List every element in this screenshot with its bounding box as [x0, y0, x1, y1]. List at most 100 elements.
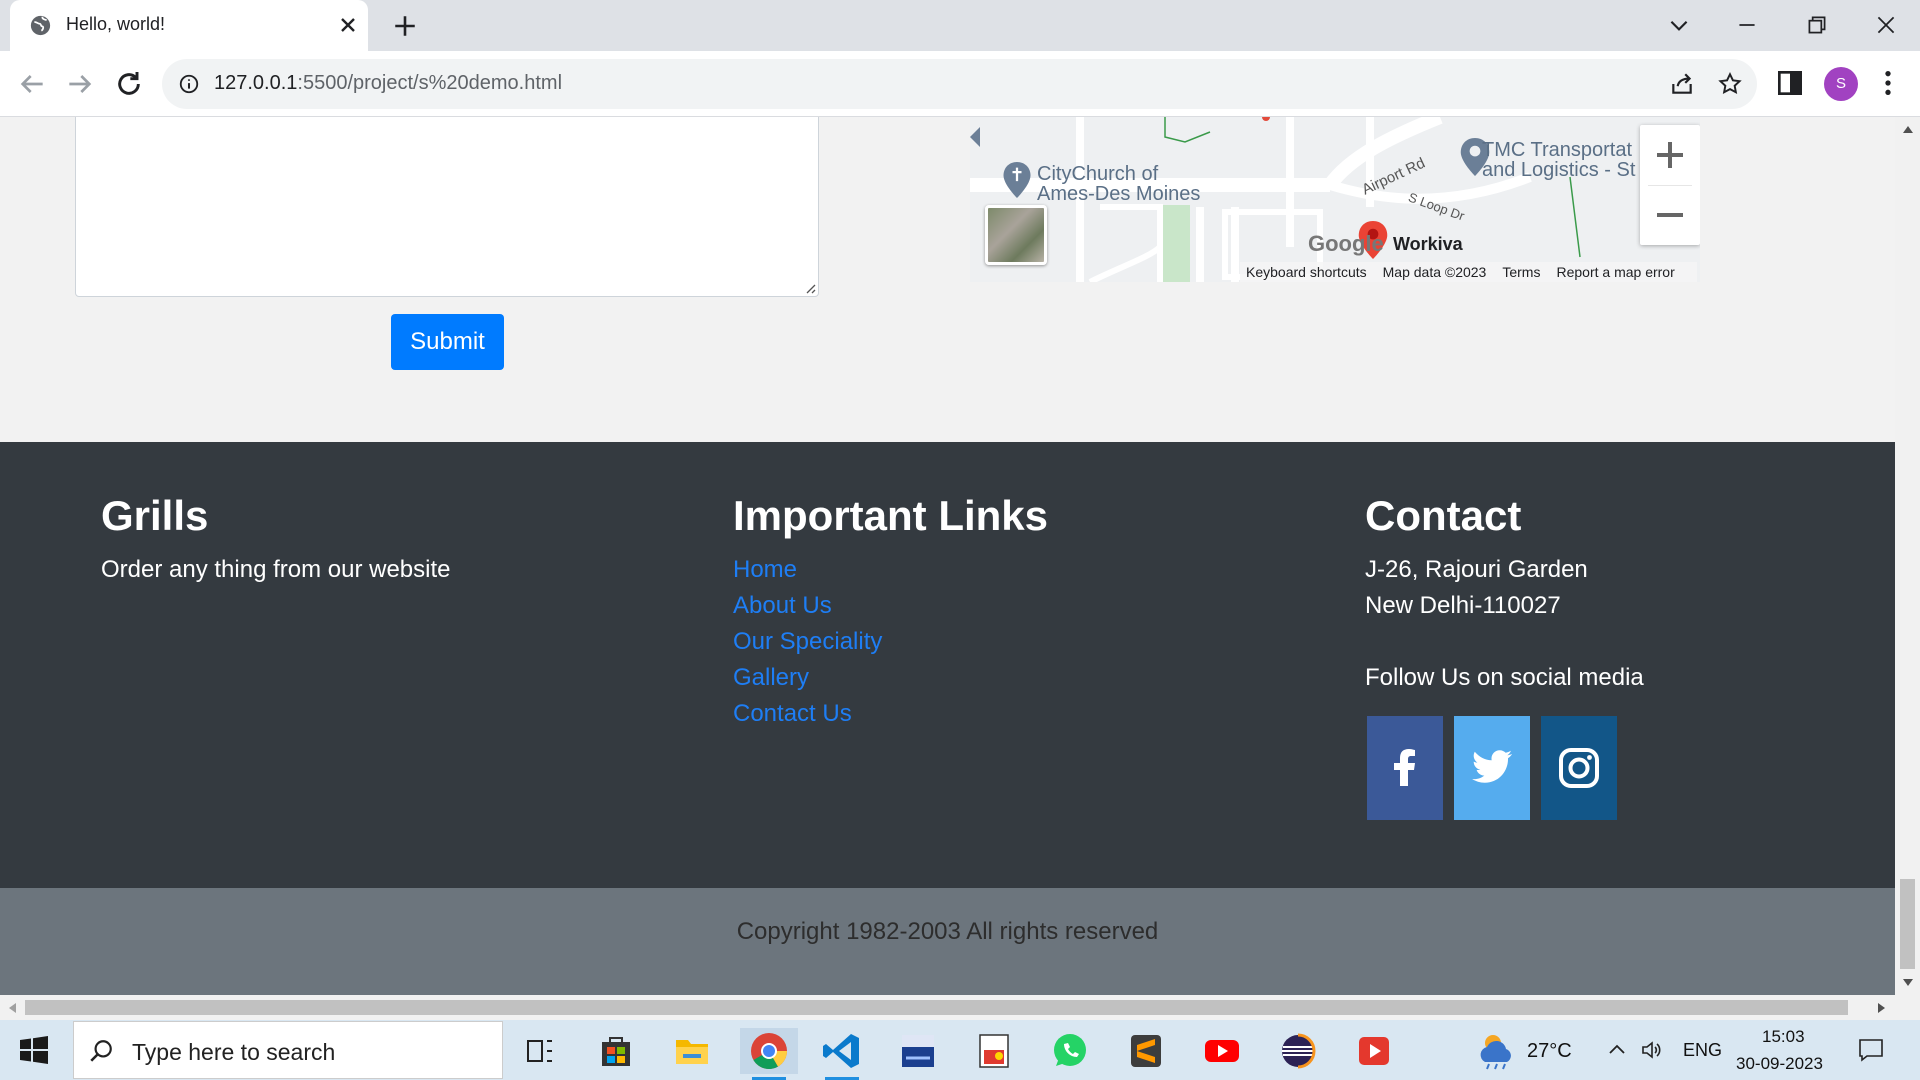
zoom-in-button[interactable]: [1640, 125, 1700, 185]
browser-tab-bar: Hello, world!: [0, 0, 1920, 51]
profile-avatar[interactable]: S: [1824, 67, 1858, 101]
google-logo: Google: [1308, 231, 1384, 256]
twitter-icon: [1472, 750, 1513, 783]
footer-heading-links: Important Links: [733, 492, 1049, 539]
url-text: 127.0.0.1:5500/project/s%20demo.html: [214, 72, 562, 95]
share-icon[interactable]: [1669, 71, 1695, 97]
facebook-button[interactable]: [1367, 716, 1443, 820]
message-textarea[interactable]: [75, 117, 819, 297]
windows-start-icon[interactable]: [20, 1036, 48, 1064]
footer-heading-contact: Contact: [1365, 492, 1522, 539]
map-label-tmc-2[interactable]: and Logistics - St: [1482, 160, 1635, 180]
minimize-icon[interactable]: [1734, 12, 1760, 38]
church-map-pin-icon[interactable]: [1003, 162, 1031, 198]
map-report-error-link[interactable]: Report a map error: [1556, 264, 1674, 280]
close-tab-icon[interactable]: [336, 13, 360, 37]
scroll-up-arrow-icon[interactable]: [1902, 124, 1914, 134]
volume-icon[interactable]: [1640, 1038, 1664, 1062]
devcpp-taskbar-button[interactable]: [895, 1028, 941, 1074]
horizontal-scroll-thumb[interactable]: [25, 1000, 1848, 1015]
store-bag-icon: [602, 1037, 630, 1066]
eclipse-taskbar-button[interactable]: [1275, 1028, 1321, 1074]
contact-address-line1: J-26, Rajouri Garden: [1365, 556, 1588, 583]
vertical-scroll-thumb[interactable]: [1900, 879, 1915, 969]
taskbar-search-placeholder: Type here to search: [132, 1039, 336, 1065]
file-explorer-button[interactable]: [669, 1028, 715, 1074]
map-label-church-2[interactable]: Ames-Des Moines: [1037, 184, 1200, 204]
footer-grills-text: Order any thing from our website: [101, 556, 451, 583]
task-view-icon: [527, 1040, 552, 1062]
minus-icon: [1657, 213, 1683, 217]
reload-icon[interactable]: [113, 68, 145, 100]
forward-icon[interactable]: [64, 68, 96, 100]
footer-link-speciality[interactable]: Our Speciality: [733, 628, 882, 656]
more-menu-icon[interactable]: [1872, 67, 1904, 99]
weather-temperature[interactable]: 27°C: [1527, 1040, 1572, 1063]
scroll-down-arrow-icon[interactable]: [1902, 978, 1914, 988]
site-info-icon[interactable]: [178, 73, 200, 95]
map-terms-link[interactable]: Terms: [1502, 264, 1540, 280]
footer-link-home[interactable]: Home: [733, 556, 797, 584]
youtube-taskbar-button[interactable]: [1199, 1028, 1245, 1074]
scroll-right-arrow-icon[interactable]: [1877, 1002, 1887, 1014]
tab-search-chevron-icon[interactable]: [1666, 12, 1692, 38]
back-icon[interactable]: [16, 68, 48, 100]
youtube-icon: [1205, 1040, 1239, 1062]
embedded-map[interactable]: CityChurch of Ames-Des Moines TMC Transp…: [970, 117, 1700, 282]
scroll-left-arrow-icon[interactable]: [7, 1002, 17, 1014]
ms-store-button[interactable]: [593, 1028, 639, 1074]
chrome-icon: [751, 1033, 787, 1070]
taskbar-search-box[interactable]: Type here to search: [73, 1021, 503, 1079]
new-tab-icon[interactable]: [392, 13, 418, 39]
clock-date[interactable]: 30-09-2023: [1736, 1054, 1823, 1074]
horizontal-scrollbar[interactable]: [0, 995, 1920, 1020]
devcpp-icon: [902, 1035, 934, 1067]
map-data-text: Map data ©2023: [1382, 264, 1487, 280]
input-language[interactable]: ENG: [1683, 1040, 1722, 1061]
footer-link-gallery[interactable]: Gallery: [733, 664, 809, 692]
browser-toolbar: 127.0.0.1:5500/project/s%20demo.html S: [0, 51, 1920, 117]
map-label-church-1[interactable]: CityChurch of: [1037, 164, 1158, 184]
turboc-icon: [979, 1034, 1009, 1068]
turboc-taskbar-button[interactable]: [971, 1028, 1017, 1074]
plus-icon: [1657, 142, 1683, 168]
side-panel-icon[interactable]: [1774, 67, 1806, 99]
page-viewport: Submit CityChurch of Ames-Des Moines TMC…: [0, 117, 1895, 995]
tab-title: Hello, world!: [66, 14, 166, 34]
footer-link-about[interactable]: About Us: [733, 592, 832, 620]
close-window-icon[interactable]: [1873, 12, 1899, 38]
twitter-button[interactable]: [1454, 716, 1530, 820]
restore-icon[interactable]: [1804, 12, 1830, 38]
address-bar[interactable]: 127.0.0.1:5500/project/s%20demo.html: [162, 59, 1757, 109]
weather-icon[interactable]: [1475, 1030, 1519, 1070]
task-view-button[interactable]: [517, 1028, 563, 1074]
tray-overflow-chevron-icon[interactable]: [1607, 1040, 1627, 1060]
instagram-button[interactable]: [1541, 716, 1617, 820]
instagram-icon: [1559, 748, 1599, 788]
browser-tab[interactable]: Hello, world!: [10, 0, 368, 51]
notification-center-icon[interactable]: [1857, 1036, 1885, 1064]
bookmark-star-icon[interactable]: [1717, 71, 1743, 97]
sublime-taskbar-button[interactable]: [1123, 1028, 1169, 1074]
map-keyboard-shortcuts-link[interactable]: Keyboard shortcuts: [1246, 264, 1367, 280]
contact-address-line2: New Delhi-110027: [1365, 592, 1561, 619]
satellite-toggle-thumbnail[interactable]: [985, 205, 1047, 265]
windows-taskbar: Type here to search 27°C ENG 15:03 30-09…: [0, 1020, 1920, 1080]
map-attribution: Keyboard shortcuts Map data ©2023 Terms Rep…: [1240, 262, 1697, 282]
whatsapp-taskbar-button[interactable]: [1047, 1028, 1093, 1074]
chrome-taskbar-button[interactable]: [740, 1028, 798, 1080]
vertical-scrollbar[interactable]: [1895, 117, 1920, 995]
footer-link-contact[interactable]: Contact Us: [733, 700, 852, 728]
copyright-text: Copyright 1982-2003 All rights reserved: [736, 918, 1159, 945]
zoom-out-button[interactable]: [1640, 185, 1700, 245]
search-icon: [90, 1040, 112, 1062]
submit-button[interactable]: Submit: [391, 314, 504, 370]
clock-time[interactable]: 15:03: [1762, 1027, 1805, 1047]
vscode-taskbar-button[interactable]: [819, 1028, 865, 1080]
resize-grip-icon[interactable]: [804, 282, 816, 294]
globe-icon: [30, 15, 51, 36]
map-label-workiva[interactable]: Workiva: [1393, 234, 1463, 254]
map-label-tmc-1[interactable]: TMC Transportat: [1482, 140, 1632, 160]
url-host: 127.0.0.1: [214, 72, 298, 94]
screen-recorder-taskbar-button[interactable]: [1351, 1028, 1397, 1074]
